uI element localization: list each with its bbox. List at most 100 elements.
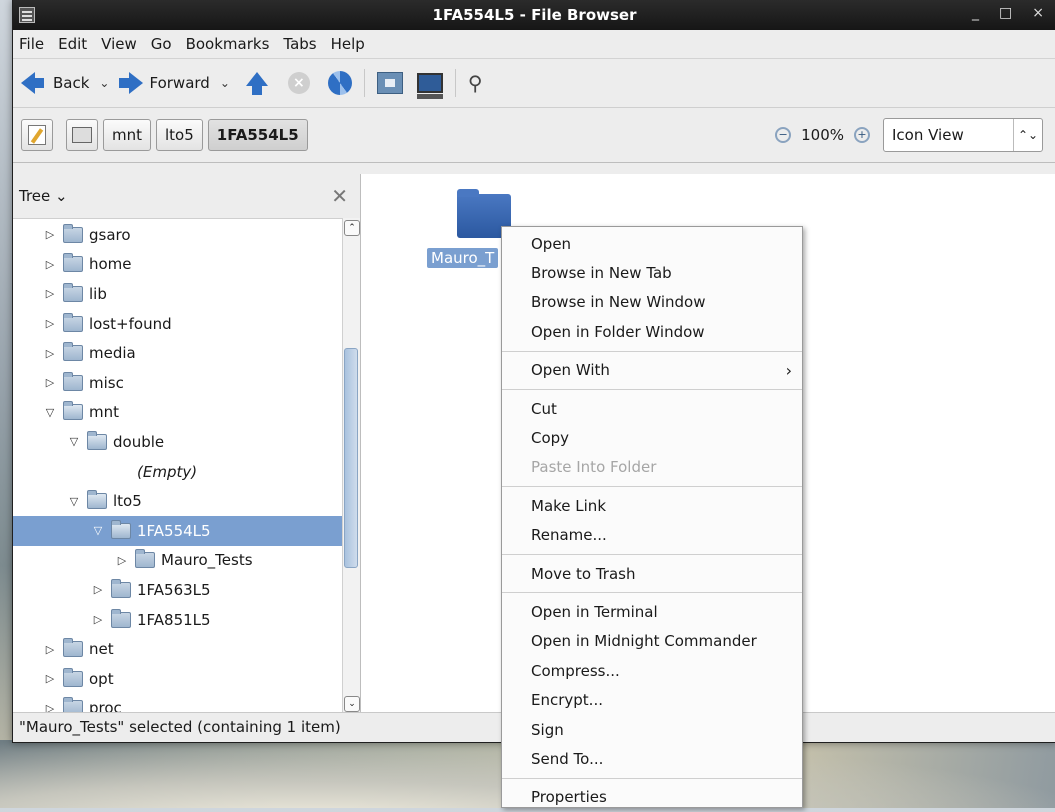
- expand-arrow-icon[interactable]: ▷: [43, 287, 57, 300]
- scroll-down-icon[interactable]: ⌄: [344, 696, 360, 712]
- menu-item-sign[interactable]: Sign: [502, 715, 802, 744]
- scroll-thumb[interactable]: [344, 348, 358, 568]
- tree-row[interactable]: ▷ home: [13, 250, 343, 280]
- menu-go[interactable]: Go: [151, 35, 172, 53]
- collapse-arrow-icon[interactable]: ▽: [43, 406, 57, 419]
- tree-row[interactable]: ▽ mnt: [13, 398, 343, 428]
- zoom-out-icon[interactable]: −: [775, 127, 792, 143]
- menu-item-browse-in-new-window[interactable]: Browse in New Window: [502, 288, 802, 317]
- menu-item-open-in-folder-window[interactable]: Open in Folder Window: [502, 317, 802, 346]
- expand-arrow-icon[interactable]: ▷: [115, 554, 129, 567]
- tree-row-label: double: [113, 432, 165, 451]
- collapse-arrow-icon[interactable]: ▽: [67, 495, 81, 508]
- menu-item-copy[interactable]: Copy: [502, 423, 802, 452]
- sidebar-header: Tree ⌄ ✕: [13, 174, 360, 219]
- tree-row[interactable]: ▷ lib: [13, 279, 343, 309]
- forward-button[interactable]: Forward ⌄: [119, 72, 230, 94]
- menu-separator: [502, 777, 802, 779]
- menu-item-browse-in-new-tab[interactable]: Browse in New Tab: [502, 258, 802, 287]
- tree-row[interactable]: ▷ media: [13, 338, 343, 368]
- search-binoculars-icon[interactable]: ⚲: [468, 71, 483, 95]
- menu-bookmarks[interactable]: Bookmarks: [186, 35, 270, 53]
- menu-help[interactable]: Help: [331, 35, 365, 53]
- back-button[interactable]: Back ⌄: [21, 72, 109, 94]
- expand-arrow-icon[interactable]: ▷: [43, 376, 57, 389]
- expand-arrow-icon[interactable]: ▷: [43, 317, 57, 330]
- tree-row-label: lto5: [113, 492, 142, 511]
- folder-icon: [63, 282, 83, 302]
- stop-icon[interactable]: ×: [287, 72, 310, 94]
- menu-item-encrypt[interactable]: Encrypt...: [502, 685, 802, 714]
- chevron-right-icon: ›: [785, 360, 792, 380]
- tree-scrollbar[interactable]: ⌃ ⌄: [342, 218, 360, 712]
- location-bar: mnt lto5 1FA554L5 − 100% + Icon View ⌃⌄: [13, 108, 1055, 163]
- collapse-arrow-icon[interactable]: ▽: [91, 524, 105, 537]
- expand-arrow-icon[interactable]: ▷: [43, 672, 57, 685]
- tree-row[interactable]: ▷ 1FA851L5: [13, 605, 343, 635]
- drive-icon: [72, 127, 92, 143]
- tree-row[interactable]: ▷ 1FA563L5: [13, 575, 343, 605]
- tree-row[interactable]: ▷ opt: [13, 664, 343, 694]
- tree-row[interactable]: ▷ proc: [13, 694, 343, 714]
- maximize-button[interactable]: □: [999, 5, 1012, 21]
- menu-item-open-in-midnight-commander[interactable]: Open in Midnight Commander: [502, 627, 802, 656]
- menu-tabs[interactable]: Tabs: [283, 35, 316, 53]
- menu-item-open-in-terminal[interactable]: Open in Terminal: [502, 597, 802, 626]
- menu-item-rename[interactable]: Rename...: [502, 521, 802, 550]
- toggle-location-entry-button[interactable]: [21, 119, 53, 151]
- close-button[interactable]: ×: [1032, 5, 1044, 21]
- tree-row[interactable]: ▽ 1FA554L5: [13, 515, 343, 546]
- expand-arrow-icon[interactable]: ▷: [91, 583, 105, 596]
- path-root-button[interactable]: [66, 119, 98, 151]
- menu-view[interactable]: View: [101, 35, 137, 53]
- tree-row[interactable]: (Empty): [13, 457, 343, 487]
- path-lto5-button[interactable]: lto5: [156, 119, 203, 151]
- menu-edit[interactable]: Edit: [58, 35, 87, 53]
- tree-row[interactable]: ▷ lost+found: [13, 309, 343, 339]
- tree-row[interactable]: ▽ lto5: [13, 486, 343, 516]
- menu-item-move-to-trash[interactable]: Move to Trash: [502, 559, 802, 588]
- folder-label[interactable]: Mauro_T: [427, 248, 499, 268]
- menu-item-label: Rename...: [531, 526, 607, 545]
- menu-item-compress[interactable]: Compress...: [502, 656, 802, 685]
- menu-file[interactable]: File: [19, 35, 44, 53]
- tree-row-label: 1FA851L5: [137, 610, 211, 629]
- menu-separator: [502, 350, 802, 352]
- tree-row[interactable]: ▷ misc: [13, 368, 343, 398]
- folder-icon: [87, 430, 107, 450]
- menu-item-make-link[interactable]: Make Link: [502, 491, 802, 520]
- tree-row[interactable]: ▷ net: [13, 634, 343, 664]
- menu-separator: [502, 388, 802, 390]
- back-history-chevron-icon[interactable]: ⌄: [99, 76, 109, 90]
- tree-row[interactable]: ▽ double: [13, 427, 343, 457]
- menu-item-open[interactable]: Open: [502, 229, 802, 258]
- title-bar[interactable]: 1FA554L5 - File Browser _ □ ×: [13, 0, 1055, 30]
- forward-history-chevron-icon[interactable]: ⌄: [220, 76, 230, 90]
- expand-arrow-icon[interactable]: ▷: [43, 643, 57, 656]
- menu-item-cut[interactable]: Cut: [502, 394, 802, 423]
- close-sidebar-icon[interactable]: ✕: [331, 184, 348, 208]
- menu-item-label: Browse in New Tab: [531, 264, 672, 283]
- computer-icon[interactable]: [416, 73, 443, 99]
- expand-arrow-icon[interactable]: ▷: [43, 347, 57, 360]
- expand-arrow-icon[interactable]: ▷: [43, 228, 57, 241]
- menu-item-send-to[interactable]: Send To...: [502, 744, 802, 773]
- collapse-arrow-icon[interactable]: ▽: [67, 435, 81, 448]
- sidebar-type-select[interactable]: Tree ⌄: [19, 187, 68, 205]
- zoom-in-icon[interactable]: +: [854, 127, 870, 143]
- tree-row[interactable]: ▷ gsaro: [13, 220, 343, 250]
- reload-icon[interactable]: [327, 71, 352, 95]
- home-icon[interactable]: [376, 72, 403, 94]
- menu-item-label: Open: [531, 234, 572, 253]
- expand-arrow-icon[interactable]: ▷: [91, 613, 105, 626]
- menu-item-open-with[interactable]: Open With ›: [502, 356, 802, 385]
- path-current-button[interactable]: 1FA554L5: [207, 119, 308, 151]
- up-icon[interactable]: [245, 72, 268, 95]
- scroll-up-icon[interactable]: ⌃: [344, 220, 360, 236]
- menu-item-label: Browse in New Window: [531, 293, 706, 312]
- tree-row[interactable]: ▷ Mauro_Tests: [13, 546, 343, 576]
- minimize-button[interactable]: _: [972, 5, 979, 21]
- expand-arrow-icon[interactable]: ▷: [43, 258, 57, 271]
- path-mnt-button[interactable]: mnt: [103, 119, 151, 151]
- view-mode-select[interactable]: Icon View ⌃⌄: [883, 118, 1043, 152]
